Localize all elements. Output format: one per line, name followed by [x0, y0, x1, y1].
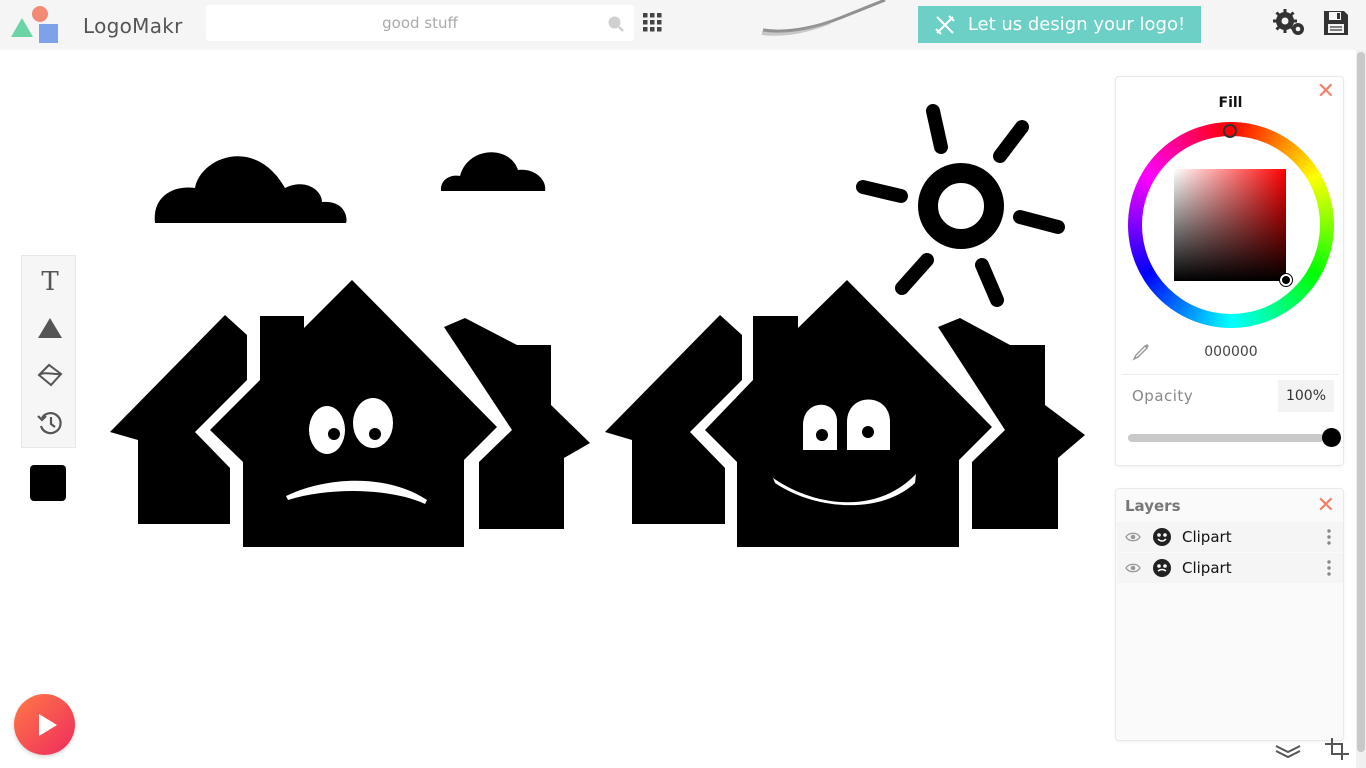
app-name[interactable]: LogoMakr — [83, 14, 183, 38]
design-canvas[interactable] — [90, 90, 1100, 570]
logomakr-logo-icon[interactable] — [10, 4, 60, 44]
scrollbar-thumb[interactable] — [1357, 52, 1365, 752]
eye-icon[interactable] — [1125, 562, 1141, 574]
text-icon: T — [41, 268, 59, 294]
hex-color-value[interactable]: 000000 — [1176, 344, 1286, 360]
layer-item[interactable]: Clipart — [1117, 553, 1343, 583]
opacity-slider[interactable] — [1128, 434, 1324, 442]
layer-name: Clipart — [1182, 559, 1232, 577]
history-icon — [36, 412, 62, 435]
history-tool-button[interactable] — [22, 400, 77, 446]
fill-panel-title: Fill — [1218, 95, 1243, 111]
left-toolbar: T — [21, 255, 76, 448]
design-logo-label: Let us design your logo! — [967, 14, 1186, 35]
play-icon — [38, 713, 57, 736]
layers-stack-icon[interactable] — [1274, 738, 1302, 760]
eye-icon[interactable] — [1125, 531, 1141, 543]
svg-text:T: T — [41, 268, 59, 294]
shapes-tool-button[interactable] — [22, 305, 77, 351]
search-icon[interactable] — [607, 15, 624, 32]
sad-houses-clipart[interactable] — [110, 280, 590, 547]
design-logo-button[interactable]: Let us design your logo! — [918, 6, 1201, 43]
settings-gear-icon[interactable] — [1272, 8, 1308, 38]
paint-bucket-icon — [37, 363, 62, 387]
more-options-icon[interactable] — [1327, 559, 1331, 577]
clipart-thumbnail-icon — [1153, 528, 1171, 546]
happy-houses-clipart[interactable] — [605, 280, 1085, 547]
play-tutorial-button[interactable] — [14, 694, 75, 755]
text-tool-button[interactable]: T — [22, 258, 77, 304]
sun-clipart[interactable] — [856, 104, 1065, 307]
color-handle[interactable] — [1279, 273, 1293, 287]
search-box[interactable] — [206, 5, 634, 41]
more-options-icon[interactable] — [1327, 528, 1331, 546]
layer-item[interactable]: Clipart — [1117, 522, 1343, 552]
current-color-swatch[interactable] — [30, 465, 66, 501]
layers-panel-close-icon[interactable]: ✕ — [1317, 495, 1335, 517]
opacity-slider-knob[interactable] — [1322, 428, 1341, 447]
clipart-thumbnail-icon — [1153, 559, 1171, 577]
hue-handle[interactable] — [1223, 124, 1237, 138]
fill-tool-button[interactable] — [22, 352, 77, 398]
saturation-value-picker[interactable] — [1174, 169, 1286, 281]
cloud-small-clipart[interactable] — [440, 152, 546, 191]
apps-grid-icon[interactable] — [643, 13, 662, 32]
crop-icon[interactable] — [1325, 738, 1349, 760]
fill-panel: ✕ Fill 000000 Opacity 100% — [1115, 76, 1344, 466]
decorative-scribble — [761, 0, 886, 36]
save-disk-icon[interactable] — [1322, 9, 1350, 37]
layers-panel-title: Layers — [1125, 497, 1181, 515]
eyedropper-icon[interactable] — [1132, 341, 1152, 361]
layers-panel: Layers ✕ Clipart Clipart — [1115, 488, 1344, 741]
top-bar: LogoMakr Let us design your logo! — [0, 0, 1366, 50]
opacity-value-input[interactable]: 100% — [1278, 380, 1334, 412]
search-input[interactable] — [206, 5, 634, 41]
layer-name: Clipart — [1182, 528, 1232, 546]
cloud-large-clipart[interactable] — [154, 156, 347, 223]
triangle-icon — [37, 318, 62, 338]
pencil-ruler-icon — [935, 14, 955, 35]
opacity-label: Opacity — [1132, 387, 1194, 405]
